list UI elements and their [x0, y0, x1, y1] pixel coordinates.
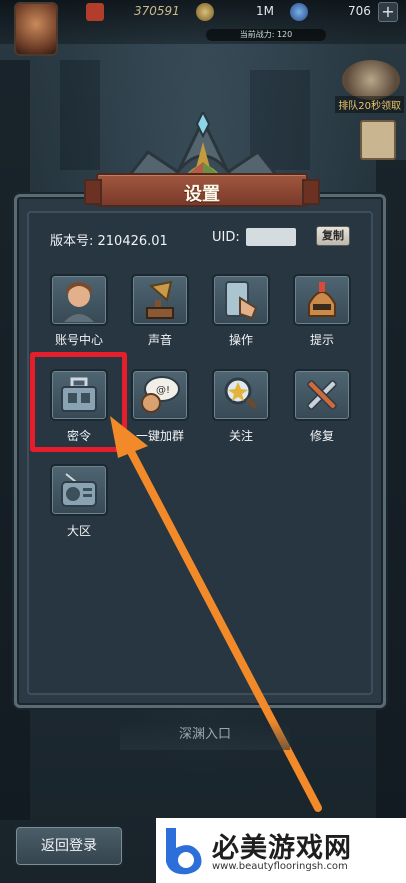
- gem-icon: [290, 3, 308, 21]
- tips-button[interactable]: [293, 274, 351, 326]
- copy-uid-button[interactable]: 复制: [316, 226, 350, 246]
- account-center-button[interactable]: [50, 274, 108, 326]
- watermark-logo-icon: [166, 828, 202, 875]
- scroll-icon[interactable]: [360, 120, 396, 160]
- top-resource-bar: 370591 1M 706 + 当前战力: 120: [0, 0, 406, 56]
- back-to-login-button[interactable]: 返回登录: [14, 825, 124, 867]
- account-portrait-icon: [64, 282, 94, 322]
- region-button[interactable]: [50, 464, 108, 516]
- settings-title: 设置: [184, 184, 220, 205]
- chat-bubble-icon: @!: [141, 376, 180, 413]
- tile-label-sound: 声音: [147, 333, 172, 347]
- coin-icon: [196, 3, 214, 21]
- resource-1-value: 1M: [256, 4, 274, 18]
- sound-button[interactable]: [131, 274, 189, 326]
- power-readout: 当前战力: 120: [206, 29, 326, 41]
- tile-label-repair: 修复: [309, 429, 334, 443]
- watermark-url: www.beautyflooringsh.com: [212, 861, 348, 872]
- resource-2-value: 706: [348, 4, 371, 18]
- tile-label-region: 大区: [66, 524, 91, 538]
- tile-label-account: 账号中心: [54, 333, 103, 347]
- svg-text:@!: @!: [156, 385, 170, 396]
- uid-label: UID:: [212, 230, 240, 245]
- gold-value: 370591: [134, 4, 180, 18]
- radio-icon: [61, 473, 97, 507]
- magnifier-star-icon: [224, 377, 258, 410]
- add-resource-button[interactable]: +: [378, 2, 398, 22]
- abyss-entrance-label[interactable]: 深渊入口: [120, 720, 290, 750]
- join-group-button[interactable]: @!: [131, 369, 189, 421]
- controls-button[interactable]: [212, 274, 270, 326]
- player-avatar[interactable]: [14, 2, 58, 56]
- tap-hand-icon: [225, 281, 258, 320]
- tile-label-tips: 提示: [309, 333, 334, 347]
- follow-button[interactable]: [212, 369, 270, 421]
- wrench-screwdriver-icon: [307, 380, 337, 410]
- watermark-title: 必美游戏网: [212, 833, 352, 864]
- gold-icon: [86, 3, 104, 21]
- version-label: 版本号: 210426.01: [50, 234, 168, 249]
- tile-label-controls: 操作: [228, 333, 253, 347]
- repair-button[interactable]: [293, 369, 351, 421]
- highlight-box: [30, 352, 127, 452]
- tile-label-follow: 关注: [228, 429, 253, 443]
- tile-label-join-group: 一键加群: [135, 429, 184, 443]
- settings-title-plate: 设置: [84, 173, 320, 207]
- helmet-knight-icon: [308, 282, 336, 317]
- activity-icon[interactable]: [342, 60, 400, 100]
- uid-value-masked: [246, 228, 296, 246]
- gramophone-icon: [146, 280, 174, 319]
- activity-label: 排队20秒领取: [335, 96, 404, 113]
